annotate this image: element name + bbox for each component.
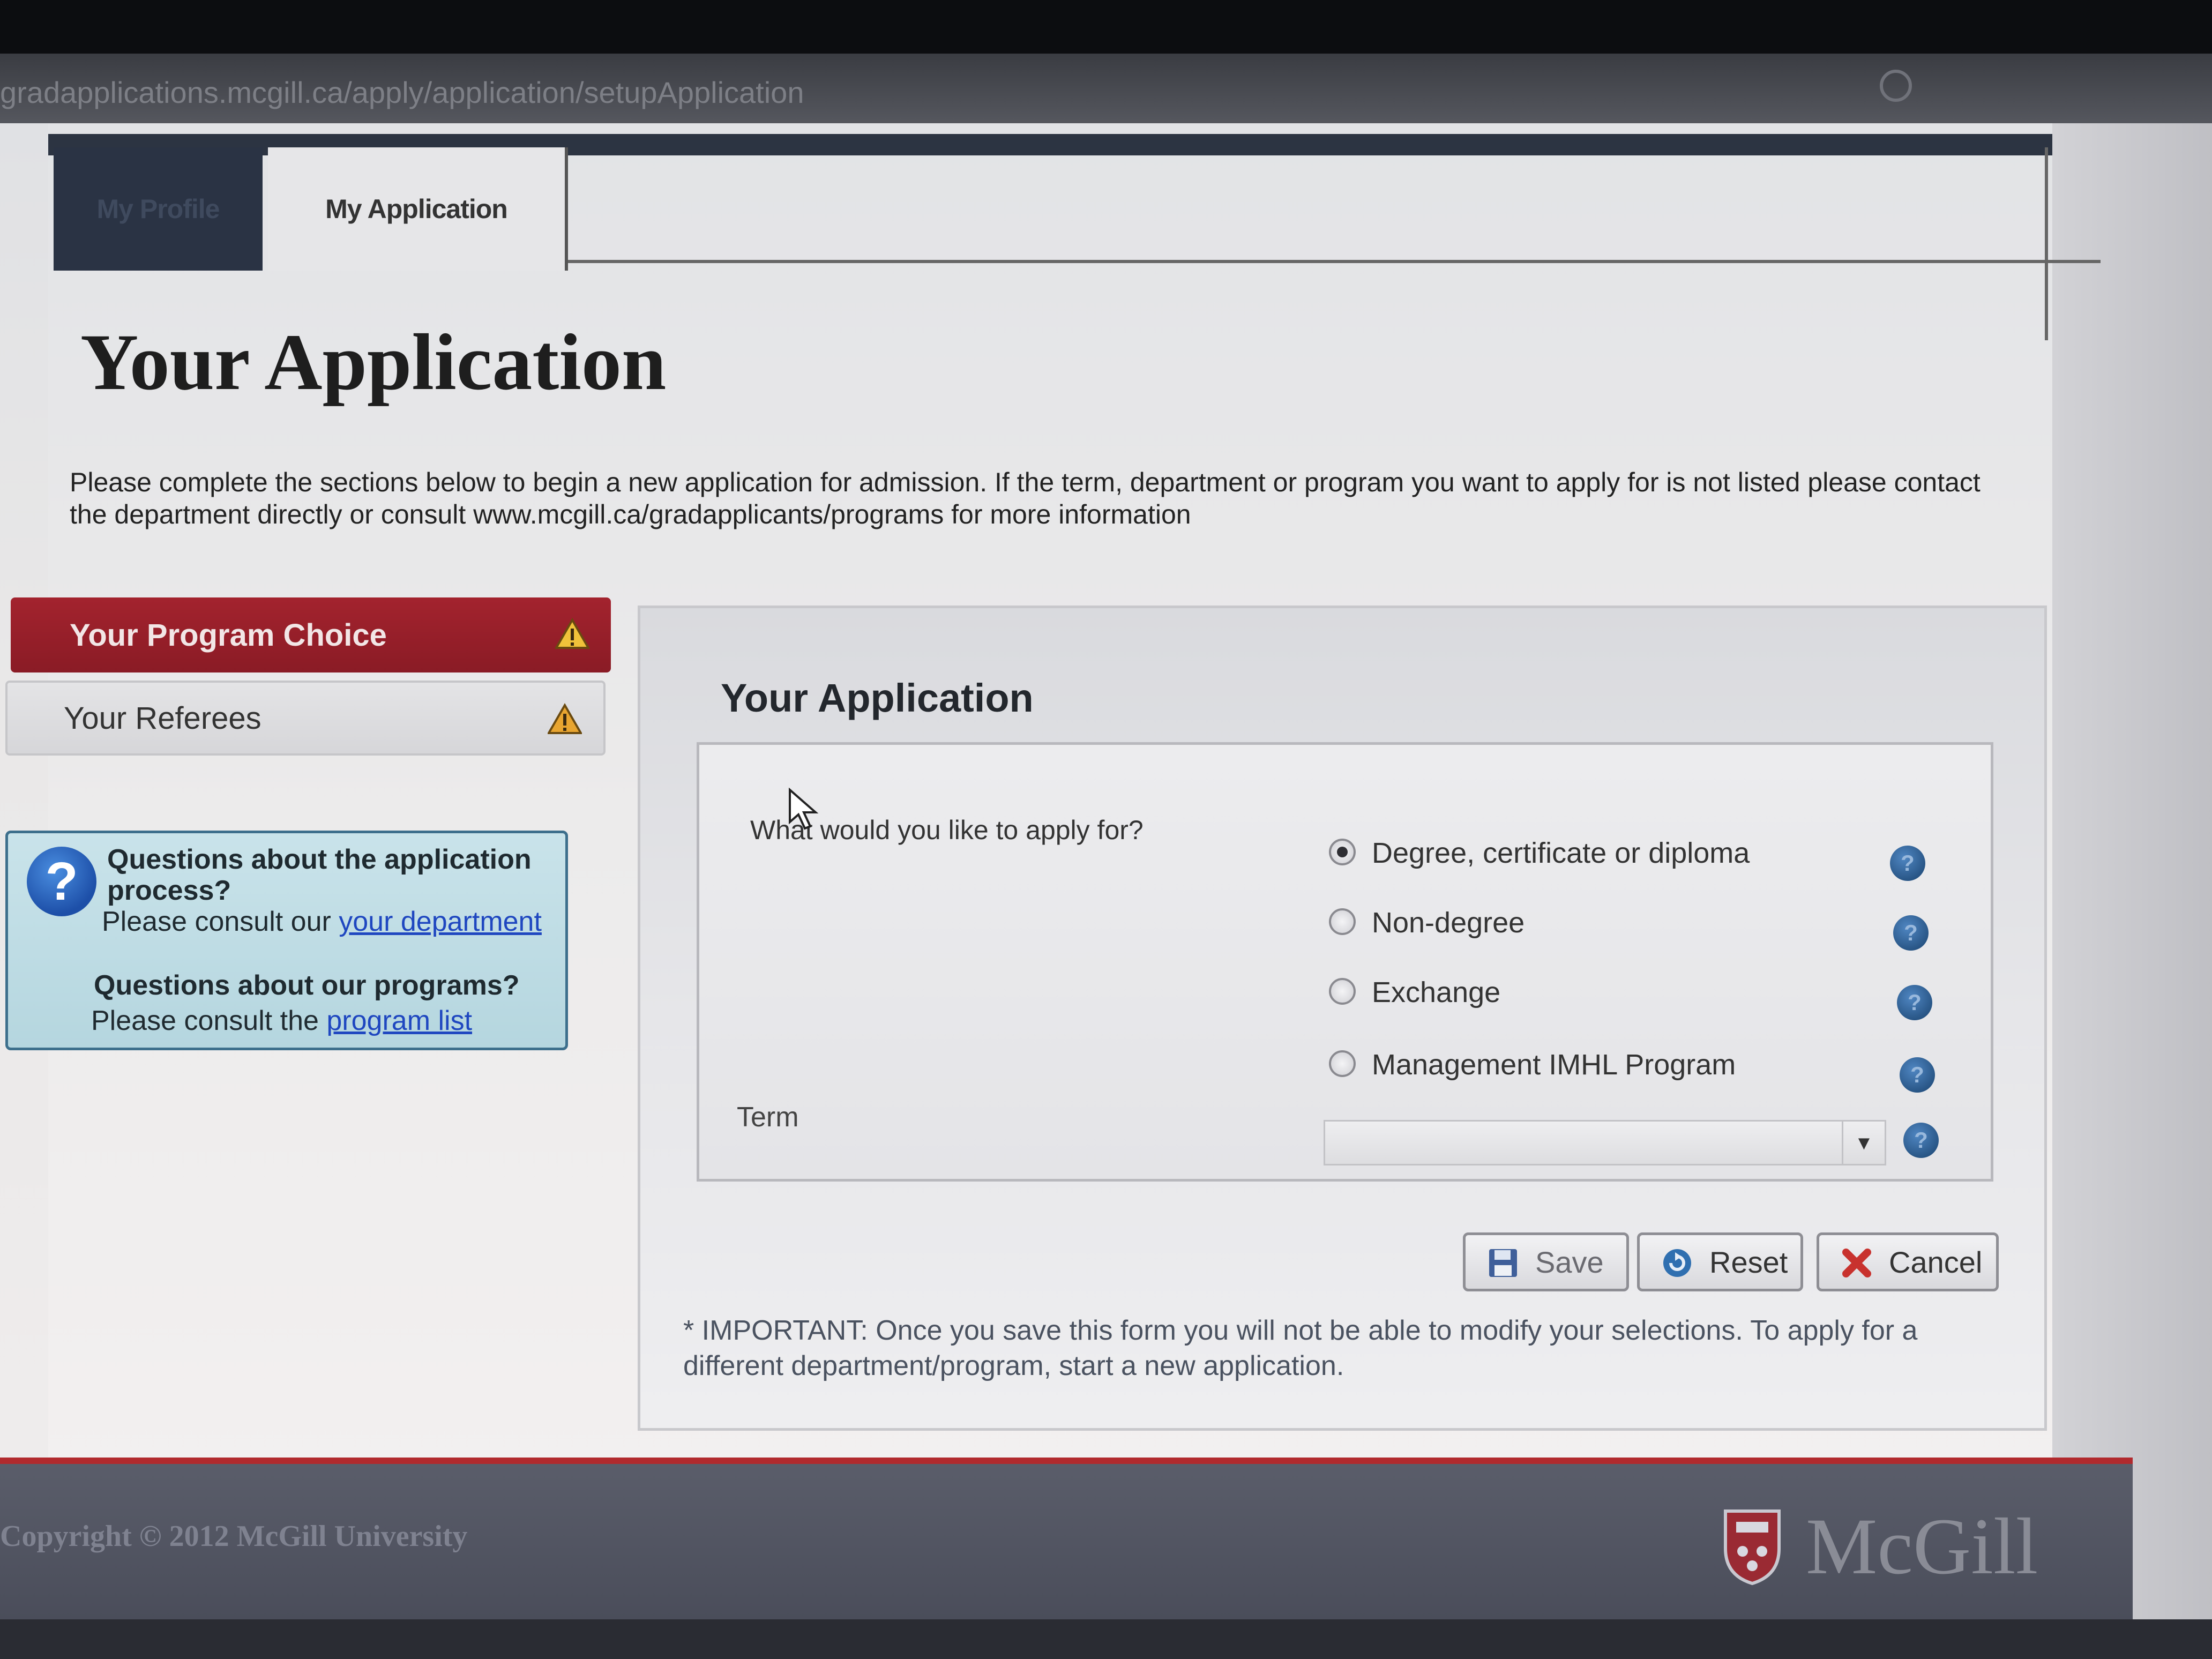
sidebar-item-label: Your Program Choice: [70, 617, 387, 653]
radio-management-imhl[interactable]: [1329, 1050, 1356, 1077]
intro-text: Please complete the sections below to be…: [70, 467, 1981, 529]
sidebar-item-label: Your Referees: [64, 700, 261, 736]
help-icon[interactable]: ?: [1903, 1123, 1939, 1158]
help-prefix: Please consult our: [102, 906, 339, 937]
help-question-programs: Questions about our programs?: [94, 970, 520, 1001]
cancel-label: Cancel: [1889, 1245, 1983, 1279]
term-select[interactable]: ▼: [1324, 1120, 1886, 1165]
program-list-link[interactable]: program list: [326, 1005, 472, 1036]
radio-exchange[interactable]: [1329, 978, 1356, 1005]
reset-icon: [1663, 1249, 1691, 1277]
close-icon: [1842, 1249, 1871, 1277]
tab-bar: My Profile My Application: [54, 147, 2101, 271]
chevron-down-icon[interactable]: ▼: [1842, 1122, 1885, 1164]
url-text[interactable]: gradapplications.mcgill.ca/apply/applica…: [0, 75, 804, 110]
sidebar-item-program-choice[interactable]: Your Program Choice: [11, 597, 611, 672]
option-degree[interactable]: Degree, certificate or diploma: [1329, 833, 1951, 876]
warning-icon: [548, 703, 582, 734]
tab-my-application[interactable]: My Application: [268, 147, 568, 271]
option-exchange[interactable]: Exchange: [1329, 973, 1951, 1015]
help-icon[interactable]: ?: [1890, 846, 1925, 881]
help-icon[interactable]: ?: [1897, 985, 1932, 1020]
page-right-margin: [2052, 123, 2212, 1659]
option-non-degree[interactable]: Non-degree: [1329, 903, 1951, 946]
radio-label: Management IMHL Program: [1372, 1049, 1736, 1081]
help-text-program-list: Please consult the program list: [91, 1005, 472, 1037]
tab-my-profile[interactable]: My Profile: [54, 147, 263, 271]
address-bar[interactable]: gradapplications.mcgill.ca/apply/applica…: [0, 54, 2212, 123]
frame-border: [2045, 147, 2048, 340]
footer-accent-line: [0, 1458, 2133, 1464]
radio-label: Non-degree: [1372, 907, 1525, 939]
application-fieldset: [697, 742, 1993, 1182]
term-label: Term: [737, 1102, 799, 1133]
help-text-department: Please consult our your department: [102, 906, 542, 938]
help-icon[interactable]: ?: [1900, 1057, 1935, 1093]
copyright-text: Copyright © 2012 McGill University: [0, 1520, 468, 1553]
radio-label: Exchange: [1372, 976, 1501, 1008]
warning-icon: [555, 618, 589, 649]
help-icon[interactable]: ?: [1893, 915, 1929, 951]
option-management-imhl[interactable]: Management IMHL Program: [1329, 1045, 1951, 1088]
mouse-pointer-icon: [789, 788, 819, 830]
screen: gradapplications.mcgill.ca/apply/applica…: [0, 54, 2212, 1659]
page-title: Your Application: [80, 318, 667, 407]
important-notice: * IMPORTANT: Once you save this form you…: [683, 1315, 1918, 1381]
save-label: Save: [1535, 1245, 1604, 1279]
tab-divider: [568, 260, 2101, 263]
help-question-process: Questions about the application process?: [107, 844, 532, 906]
reset-label: Reset: [1709, 1245, 1788, 1279]
mcgill-logo[interactable]: McGill: [1806, 1500, 2038, 1593]
reset-button[interactable]: Reset: [1637, 1232, 1803, 1291]
mcgill-crest-icon: [1724, 1509, 1781, 1586]
sidebar-item-referees[interactable]: Your Referees: [5, 681, 606, 756]
help-prefix: Please consult the: [91, 1005, 327, 1036]
radio-label: Degree, certificate or diploma: [1372, 837, 1750, 869]
department-link[interactable]: your department: [339, 906, 542, 937]
reload-icon[interactable]: [1880, 70, 1912, 102]
cancel-button[interactable]: Cancel: [1817, 1232, 1999, 1291]
help-box: ? Questions about the application proces…: [5, 831, 568, 1050]
floppy-disk-icon: [1489, 1249, 1517, 1277]
save-button[interactable]: Save: [1463, 1232, 1629, 1291]
question-icon: ?: [27, 847, 96, 916]
radio-non-degree[interactable]: [1329, 908, 1356, 935]
radio-degree[interactable]: [1329, 839, 1356, 865]
taskbar: [0, 1619, 2212, 1659]
panel-title: Your Application: [721, 676, 1034, 720]
